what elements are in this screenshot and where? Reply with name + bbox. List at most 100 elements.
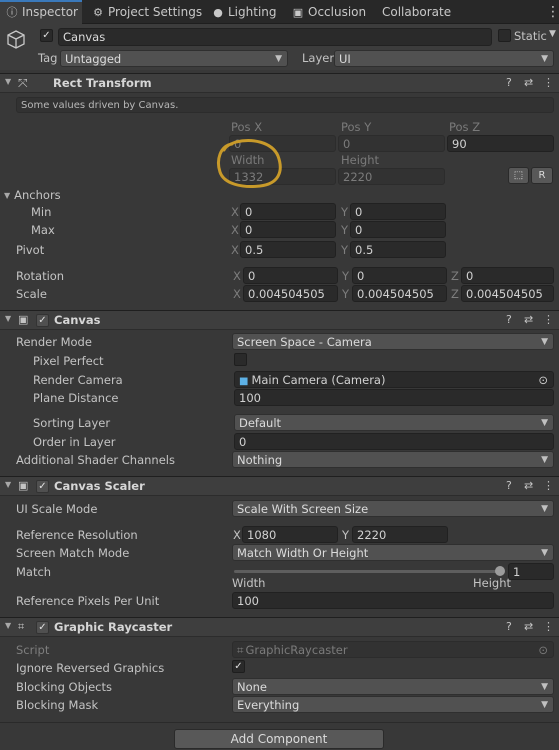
render-mode-dropdown[interactable]: Screen Space - Camera ▼ [232,333,554,350]
graphic-raycaster-header[interactable]: ▼ ⌗ ✓ Graphic Raycaster ? ⇄ ⋮ [0,617,559,637]
script-icon: ⌗ [237,643,244,657]
help-icon[interactable]: ? [506,313,512,326]
scale-x[interactable]: 0.004504505 [243,285,338,302]
anchors-label: ▼ Anchors [4,188,61,202]
canvas-component-icon: ▣ [18,313,29,326]
blueprint-mode-button[interactable]: ⬚ [508,167,529,184]
active-checkbox[interactable]: ✓ [40,29,53,42]
anchor-preset-area[interactable] [18,123,98,179]
static-dropdown-icon[interactable]: ▼ [549,29,556,39]
tab-lighting[interactable]: ● Lighting [212,0,276,24]
posz-field[interactable]: 90 [447,135,554,152]
collapse-caret-icon[interactable]: ▼ [5,314,11,323]
rotation-z[interactable]: 0 [461,267,554,284]
scale-z[interactable]: 0.004504505 [461,285,554,302]
rotation-x[interactable]: 0 [243,267,338,284]
screen-match-mode-dropdown[interactable]: Match Width Or Height ▼ [232,544,554,561]
annotation-circle [217,139,282,188]
preset-icon[interactable]: ⇄ [524,76,533,89]
anchor-max-y[interactable]: 0 [350,221,446,238]
raycaster-enabled-checkbox[interactable]: ✓ [36,621,49,634]
ref-resolution-y[interactable]: 2220 [352,526,448,543]
collapse-caret-icon[interactable]: ▼ [5,77,11,86]
axis-x-label: X [231,205,239,219]
ignore-reversed-checkbox[interactable]: ✓ [232,660,245,673]
object-picker-icon[interactable]: ⊙ [538,372,548,387]
chevron-down-icon: ▼ [541,337,548,347]
tab-occlusion[interactable]: ▣ Occlusion [292,0,366,24]
tab-inspector[interactable]: ⓘ Inspector [0,0,82,24]
match-slider-handle[interactable] [495,566,505,576]
ui-scale-mode-dropdown[interactable]: Scale With Screen Size ▼ [232,500,554,517]
preset-icon[interactable]: ⇄ [524,479,533,492]
script-field: ⌗ GraphicRaycaster ⊙ [232,641,554,658]
rect-transform-header[interactable]: ▼ ⤧ Rect Transform ? ⇄ ⋮ [0,73,559,93]
match-label: Match [16,565,52,579]
tab-collaborate[interactable]: Collaborate [382,0,451,24]
shader-channels-dropdown[interactable]: Nothing ▼ [232,451,554,468]
help-icon[interactable]: ? [506,76,512,89]
anchor-max-x[interactable]: 0 [240,221,336,238]
bulb-icon: ● [213,6,223,19]
context-menu-icon[interactable]: ⋮ [543,76,554,89]
order-in-layer-label: Order in Layer [33,435,116,449]
more-menu-icon[interactable]: ⋮ [546,0,559,24]
layer-label: Layer [302,51,335,65]
object-picker-icon: ⊙ [538,643,548,657]
plane-distance-field[interactable]: 100 [234,389,554,406]
screen-match-mode-label: Screen Match Mode [16,546,130,560]
static-checkbox[interactable] [498,29,511,42]
raw-edit-button[interactable]: R [531,167,553,184]
sorting-layer-dropdown[interactable]: Default ▼ [234,414,554,431]
posy-field[interactable]: 0 [338,135,445,152]
preset-icon[interactable]: ⇄ [524,620,533,633]
help-icon[interactable]: ? [506,620,512,633]
context-menu-icon[interactable]: ⋮ [543,620,554,633]
match-slider-track[interactable] [234,570,502,573]
tab-project-settings[interactable]: ⚙ Project Settings [92,0,202,24]
object-name-input[interactable]: Canvas [58,28,492,46]
pivot-label: Pivot [16,243,45,257]
camera-icon: ■ [239,376,249,387]
layer-dropdown[interactable]: UI ▼ [334,50,554,67]
canvas-enabled-checkbox[interactable]: ✓ [36,314,49,327]
pivot-y[interactable]: 0.5 [350,241,446,258]
collapse-caret-icon[interactable]: ▼ [5,480,11,489]
axis-y-label: Y [341,243,349,257]
context-menu-icon[interactable]: ⋮ [543,313,554,326]
rotation-y[interactable]: 0 [352,267,447,284]
context-menu-icon[interactable]: ⋮ [543,479,554,492]
pivot-x[interactable]: 0.5 [240,241,336,258]
ui-scale-mode-label: UI Scale Mode [16,502,98,516]
height-field[interactable]: 2220 [338,168,445,185]
ref-resolution-x[interactable]: 1080 [242,526,338,543]
anchor-min-y[interactable]: 0 [350,203,446,220]
help-icon[interactable]: ? [506,479,512,492]
occlusion-icon: ▣ [292,6,304,19]
scale-label: Scale [16,287,47,301]
tag-dropdown[interactable]: Untagged ▼ [60,50,288,67]
collapse-caret-icon[interactable]: ▼ [5,621,11,630]
gameobject-cube-icon [7,30,25,49]
chevron-down-icon: ▼ [541,455,548,465]
add-component-button[interactable]: Add Component [174,729,384,749]
order-in-layer-field[interactable]: 0 [234,433,554,450]
blocking-objects-dropdown[interactable]: None ▼ [232,678,554,695]
axis-z-label: Z [451,269,459,283]
canvas-scaler-header[interactable]: ▼ ▣ ✓ Canvas Scaler ? ⇄ ⋮ [0,476,559,496]
scaler-enabled-checkbox[interactable]: ✓ [36,480,49,493]
script-label: Script [16,643,50,657]
ppu-field[interactable]: 100 [232,592,554,609]
render-camera-field[interactable]: ■ Main Camera (Camera) ⊙ [234,371,554,388]
axis-z-label: Z [451,287,459,301]
blocking-mask-dropdown[interactable]: Everything ▼ [232,696,554,713]
canvas-header[interactable]: ▼ ▣ ✓ Canvas ? ⇄ ⋮ [0,310,559,330]
preset-icon[interactable]: ⇄ [524,313,533,326]
pixel-perfect-checkbox[interactable] [234,353,247,366]
scale-y[interactable]: 0.004504505 [352,285,447,302]
match-value-field[interactable]: 1 [508,563,554,580]
anchor-min-x[interactable]: 0 [240,203,336,220]
expand-caret-icon[interactable]: ▼ [4,191,10,200]
anchor-min-label: Min [31,205,52,219]
match-width-label: Width [232,576,266,590]
